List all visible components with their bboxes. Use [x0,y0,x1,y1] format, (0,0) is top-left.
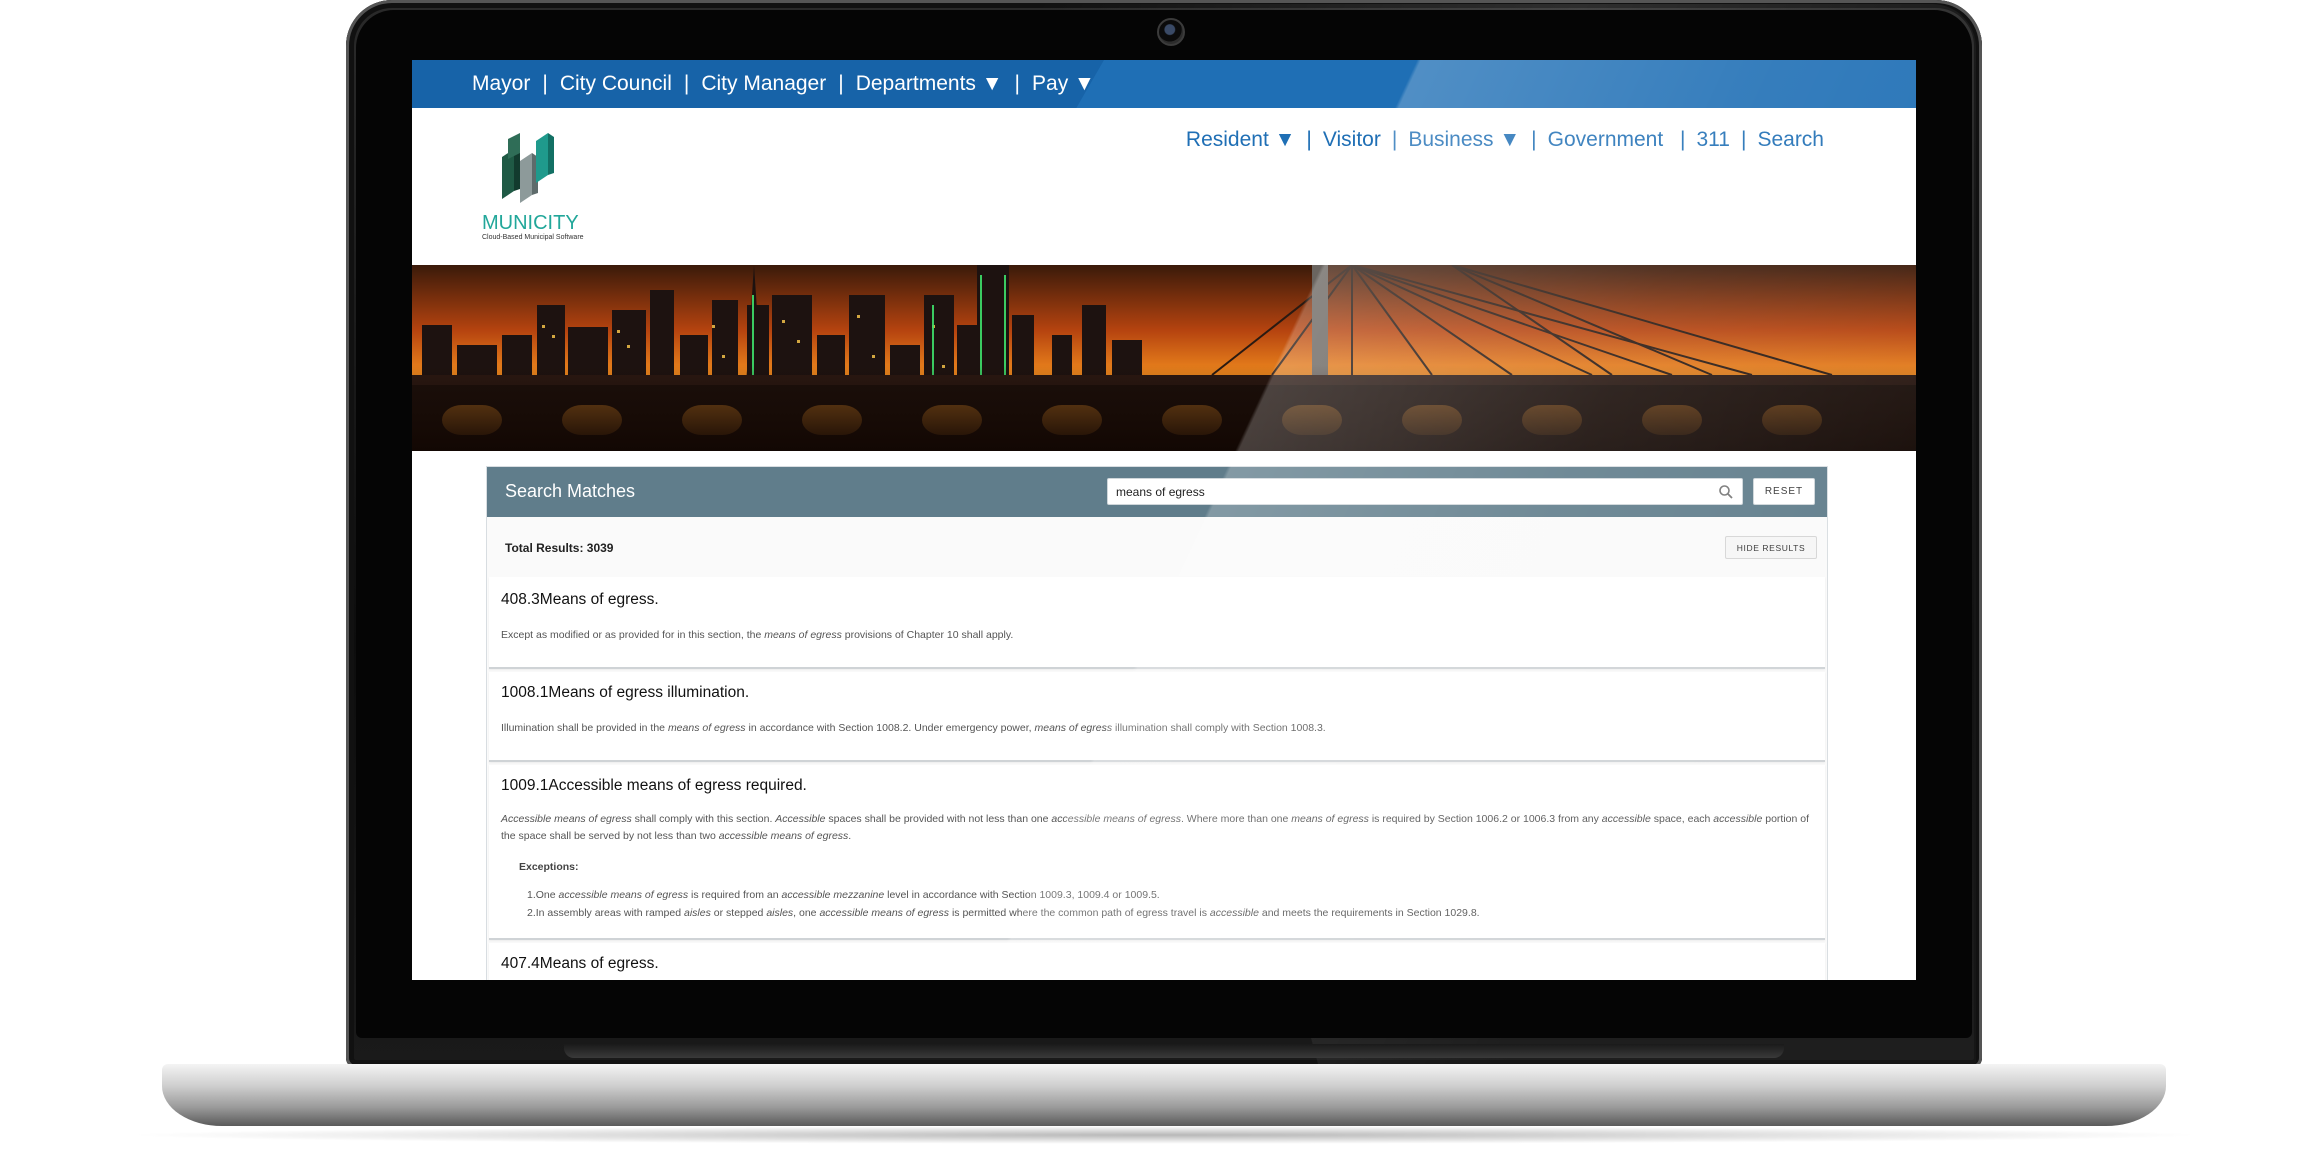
result-text-emphasis: means of egress [1291,813,1369,825]
result-text-emphasis: Accessible means of egress [501,813,632,825]
nav-item-pay[interactable]: Pay ▼ [1032,72,1095,96]
nav-separator: | [1014,72,1021,95]
result-title[interactable]: 408.3Means of egress. [501,591,659,609]
nav-separator: | [542,72,548,95]
nav-item-mayor[interactable]: Mayor [472,72,530,96]
nav-separator: | [1674,128,1686,151]
total-results: Total Results: 3039 [505,541,614,555]
result-text-part: spaces shall be provided with not less t… [825,813,1052,825]
result-title[interactable]: 1009.1Accessible means of egress require… [501,777,807,795]
exception-item: 2.In assembly areas with ramped aisles o… [527,907,1480,919]
nav-separator: | [1306,128,1312,151]
result-item[interactable]: 1009.1Accessible means of egress require… [489,765,1825,940]
top-nav: Mayor | City Council | City Manager | De… [472,60,1095,108]
panel-title: Search Matches [505,481,636,501]
result-title[interactable]: 407.4Means of egress. [501,955,659,973]
nav-item-business[interactable]: Business ▼ [1408,128,1520,152]
result-title[interactable]: 1008.1Means of egress illumination. [501,684,749,702]
nav-item-resident[interactable]: Resident ▼ [1186,128,1296,152]
result-text-part: 1.One [527,889,559,901]
search-results-panel: Search Matches RESET Total Results: 3039… [486,466,1828,980]
result-text-emphasis: accessible means of egress [718,830,849,842]
result-text: Illumination shall be provided in the me… [501,720,1811,737]
result-text-emphasis: means of egress [1034,722,1113,734]
top-nav-bar: Mayor | City Council | City Manager | De… [412,60,1916,108]
result-text-emphasis: accessible [1713,813,1763,825]
nav-separator: | [838,72,844,95]
result-text-emphasis: accessible mezzanine [781,889,885,901]
result-item[interactable]: 408.3Means of egress. Except as modified… [489,577,1825,669]
logo-tagline: Cloud-Based Municipal Software [482,234,584,241]
nav-separator: | [683,72,690,95]
result-text-emphasis: accessible means of egress [1051,813,1181,825]
nav-item-departments[interactable]: Departments ▼ [856,72,1003,96]
result-text-emphasis: Accessible [775,813,826,825]
result-text-emphasis: accessible [1209,907,1259,919]
result-text-emphasis: means of egress [667,722,746,734]
reset-button[interactable]: RESET [1753,478,1815,505]
logo-wordmark: MUNICITY [482,212,579,234]
result-text-part: . Where more than one [1180,813,1292,825]
panel-header: Search Matches RESET [487,467,1827,517]
result-text-part: space, each [1650,813,1714,825]
result-text-part: provisions of Chapter 10 shall apply. [841,629,1014,641]
browser-screen: Mayor | City Council | City Manager | De… [412,60,1916,980]
nav-item-search[interactable]: Search [1757,128,1824,152]
nav-separator: | [1531,128,1537,151]
result-text-emphasis: aisles [766,907,794,919]
result-text-part: Illumination shall be provided in the [501,722,668,734]
skyline-banner [412,265,1916,451]
search-box [1107,478,1743,505]
laptop-base [162,1064,2166,1126]
result-text-part: in accordance with Section 1008.2. Under… [745,722,1035,734]
result-text-emphasis: accessible means of egress [558,889,689,901]
site-header: MUNICITY Cloud-Based Municipal Software … [412,108,1916,265]
webcam-icon [1157,18,1185,46]
exception-item: 1.One accessible means of egress is requ… [527,889,1160,901]
result-text-emphasis: means of egress [764,629,842,641]
result-text-emphasis: accessible [1601,813,1651,825]
result-text-emphasis: accessible means of egress [819,907,950,919]
search-icon[interactable] [1718,484,1734,500]
result-text-part: shall comply with this section. [631,813,776,825]
result-text-part: and meets the requirements in Section 10… [1258,907,1480,919]
nav-separator: | [1740,128,1747,151]
result-text-part: illumination shall comply with Section 1… [1112,722,1326,734]
nav-item-visitor[interactable]: Visitor [1323,128,1381,152]
result-text: Accessible means of egress shall comply … [501,811,1811,845]
exceptions-label: Exceptions: [519,861,579,873]
nav-item-government[interactable]: Government [1548,128,1664,152]
result-text-part: or stepped [710,907,767,919]
laptop-shadow [120,1126,2210,1144]
result-text-part: . [848,830,852,842]
result-text-emphasis: aisles [684,907,711,919]
nav-separator: | [1391,128,1398,151]
result-text: Except as modified or as provided for in… [501,627,1811,644]
result-item[interactable]: 407.4Means of egress. [489,943,1825,980]
hide-results-button[interactable]: HIDE RESULTS [1725,536,1817,559]
result-text-part: , one [793,907,820,919]
search-input[interactable] [1108,479,1708,504]
secondary-nav: Resident ▼ | Visitor | Business ▼ | Gove… [1186,128,1824,152]
nav-item-311[interactable]: 311 [1697,128,1730,152]
result-text-part: 2.In assembly areas with ramped [527,907,684,919]
result-text-part: is required by Section 1006.2 or 1006.3 … [1368,813,1602,825]
result-item[interactable]: 1008.1Means of egress illumination. Illu… [489,672,1825,762]
result-text-part: is permitted where the common path of eg… [949,907,1210,919]
laptop-hinge [564,1044,1784,1058]
nav-item-city-council[interactable]: City Council [560,72,672,96]
nav-item-city-manager[interactable]: City Manager [701,72,826,96]
result-text-part: is required from an [688,889,782,901]
result-text-part: Except as modified or as provided for in… [501,629,765,641]
result-text-part: level in accordance with Section 1009.3,… [884,889,1160,901]
skyline-image [412,265,1916,451]
